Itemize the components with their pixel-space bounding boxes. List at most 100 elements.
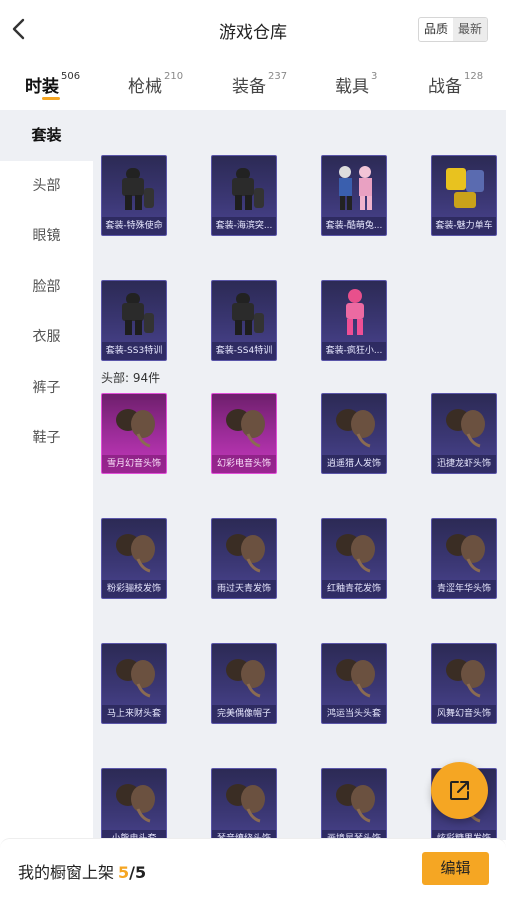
edit-button[interactable]: 编辑: [422, 852, 489, 885]
item-thumbnail: [220, 162, 270, 212]
item-name: 套装-SS4特训: [212, 342, 276, 360]
item-thumbnail: [220, 525, 270, 575]
tab-count: 237: [268, 71, 288, 82]
section-heading: 头部: 94件: [101, 371, 161, 385]
sidebar-item-clothes[interactable]: 衣服: [0, 312, 93, 363]
item-thumbnail: [330, 650, 380, 700]
tab-count: 128: [464, 71, 484, 82]
set-card[interactable]: 套装-SS3特训: [101, 280, 167, 361]
tab-supplies[interactable]: 战备128: [428, 71, 484, 97]
item-name: 逍遥猎人发饰: [322, 455, 386, 473]
item-name: 雪月幻音头饰: [102, 455, 166, 473]
warehouse-page: 游戏仓库 品质 最新 时装506 枪械210 装备237 载具3 战备128 套…: [0, 0, 506, 897]
item-name: 粉彩骊枝发饰: [102, 580, 166, 598]
item-thumbnail: [110, 775, 160, 825]
head-item-card[interactable]: 幻彩电音头饰: [211, 393, 277, 474]
tab-count: 3: [371, 71, 378, 82]
item-thumbnail: [440, 162, 490, 212]
sidebar-item-head[interactable]: 头部: [0, 161, 93, 212]
sidebar-item-glasses[interactable]: 眼镜: [0, 211, 93, 262]
head-item-card[interactable]: 红釉青花发饰: [321, 518, 387, 599]
tab-fashion[interactable]: 时装506: [25, 71, 81, 97]
sort-toggle: 品质 最新: [417, 17, 488, 42]
tab-label: 战备: [428, 77, 462, 97]
item-name: 套装-魅力单车: [432, 217, 496, 235]
item-thumbnail: [330, 162, 380, 212]
sort-latest-button[interactable]: 最新: [452, 18, 487, 41]
head-item-card[interactable]: 画境星琴头饰: [321, 768, 387, 840]
item-grid: 头部: 94件 套装-特殊使命 套装-海滨突... 套装-酷萌兔... 套装-魅力单车…: [93, 110, 506, 840]
head-item-card[interactable]: 雨过天青发饰: [211, 518, 277, 599]
tab-equipment[interactable]: 装备237: [232, 71, 288, 97]
head-item-card[interactable]: 雪月幻音头饰: [101, 393, 167, 474]
category-tabs: 时装506 枪械210 装备237 载具3 战备128: [0, 64, 506, 110]
item-name: 马上来财头套: [102, 705, 166, 723]
set-card[interactable]: 套装-特殊使命: [101, 155, 167, 236]
item-name: 红釉青花发饰: [322, 580, 386, 598]
showcase-label: 我的橱窗上架: [18, 863, 115, 882]
item-name: 幻彩电音头饰: [212, 455, 276, 473]
item-thumbnail: [110, 650, 160, 700]
head-item-card[interactable]: 小熊电头套: [101, 768, 167, 840]
item-name: 套装-疯狂小...: [322, 342, 386, 360]
head-item-card[interactable]: 青涩年华头饰: [431, 518, 497, 599]
tab-guns[interactable]: 枪械210: [128, 71, 184, 97]
item-name: 套装-特殊使命: [102, 217, 166, 235]
sidebar-item-sets[interactable]: 套装: [0, 110, 93, 161]
head-item-card[interactable]: 马上来财头套: [101, 643, 167, 724]
head-item-card[interactable]: 鸿运当头头套: [321, 643, 387, 724]
head-item-card[interactable]: 风舞幻音头饰: [431, 643, 497, 724]
item-thumbnail: [330, 400, 380, 450]
item-thumbnail: [330, 775, 380, 825]
head-item-card[interactable]: 逍遥猎人发饰: [321, 393, 387, 474]
header: 游戏仓库 品质 最新: [0, 0, 506, 60]
item-thumbnail: [110, 287, 160, 337]
item-name: 风舞幻音头饰: [432, 705, 496, 723]
tab-label: 载具: [335, 77, 369, 97]
showcase-current: 5: [118, 863, 130, 882]
showcase-status: 我的橱窗上架 5/5: [18, 859, 146, 883]
sidebar-item-pants[interactable]: 裤子: [0, 363, 93, 414]
set-card[interactable]: 套装-魅力单车: [431, 155, 497, 236]
item-name: 完美偶像帽子: [212, 705, 276, 723]
tab-label: 枪械: [128, 77, 162, 97]
item-name: 套装-SS3特训: [102, 342, 166, 360]
share-icon: [450, 781, 469, 800]
tab-label: 装备: [232, 77, 266, 97]
set-card[interactable]: 套装-SS4特训: [211, 280, 277, 361]
head-item-card[interactable]: 粉彩骊枝发饰: [101, 518, 167, 599]
item-thumbnail: [110, 525, 160, 575]
item-name: 套装-海滨突...: [212, 217, 276, 235]
tab-label: 时装: [25, 77, 59, 97]
tab-active-indicator: [42, 97, 60, 100]
item-thumbnail: [110, 162, 160, 212]
item-thumbnail: [440, 525, 490, 575]
sidebar-item-shoes[interactable]: 鞋子: [0, 413, 93, 464]
set-card[interactable]: 套装-海滨突...: [211, 155, 277, 236]
item-thumbnail: [440, 650, 490, 700]
bottom-bar: 我的橱窗上架 5/5 编辑: [0, 838, 506, 897]
tab-count: 210: [164, 71, 184, 82]
item-thumbnail: [220, 400, 270, 450]
item-thumbnail: [440, 400, 490, 450]
item-name: 套装-酷萌兔...: [322, 217, 386, 235]
set-card[interactable]: 套装-酷萌兔...: [321, 155, 387, 236]
item-thumbnail: [220, 650, 270, 700]
set-card[interactable]: 套装-疯狂小...: [321, 280, 387, 361]
item-thumbnail: [330, 525, 380, 575]
head-item-card[interactable]: 琴音缭绕头饰: [211, 768, 277, 840]
head-item-card[interactable]: 完美偶像帽子: [211, 643, 277, 724]
item-thumbnail: [110, 400, 160, 450]
item-name: 迅捷龙虾头饰: [432, 455, 496, 473]
item-thumbnail: [330, 287, 380, 337]
sort-quality-button[interactable]: 品质: [419, 18, 453, 41]
sidebar-item-face[interactable]: 脸部: [0, 262, 93, 313]
item-name: 鸿运当头头套: [322, 705, 386, 723]
item-thumbnail: [220, 775, 270, 825]
showcase-max: 5: [135, 863, 147, 882]
head-item-card[interactable]: 迅捷龙虾头饰: [431, 393, 497, 474]
share-button[interactable]: [431, 762, 488, 819]
tab-count: 506: [61, 71, 81, 82]
tab-vehicles[interactable]: 载具3: [335, 71, 378, 97]
item-thumbnail: [220, 287, 270, 337]
